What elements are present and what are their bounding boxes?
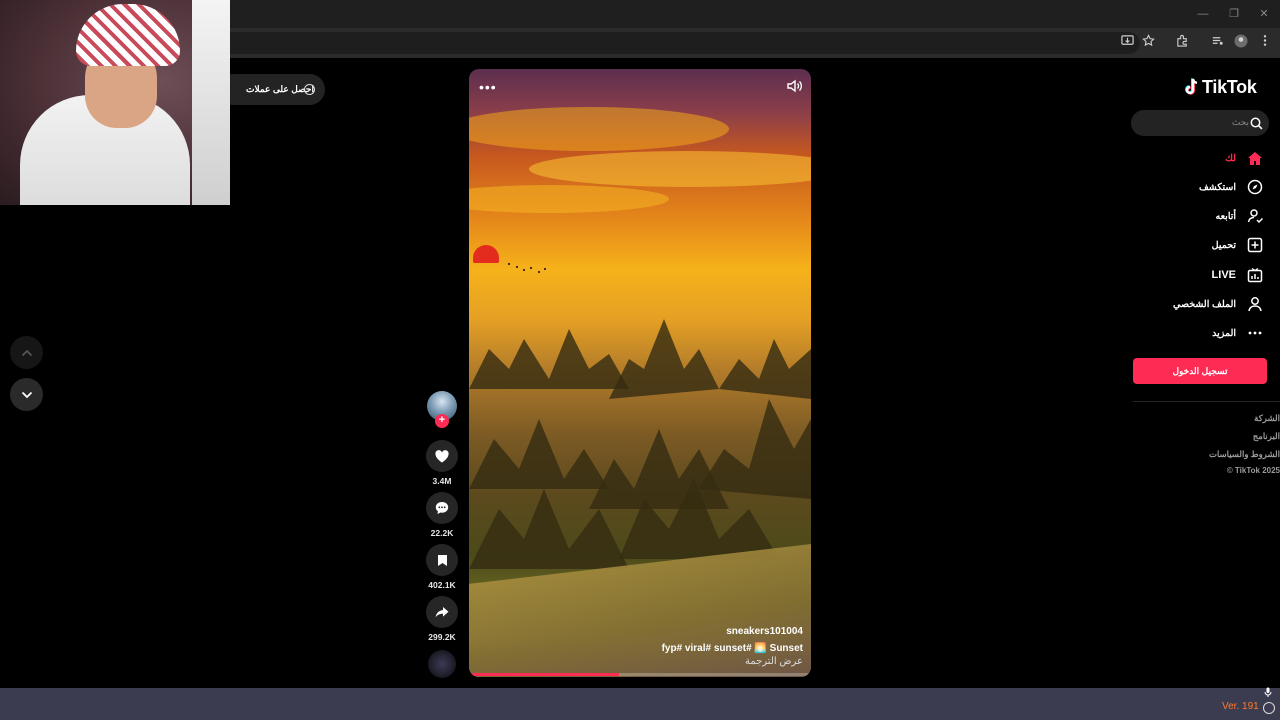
browser-menu-icon[interactable] xyxy=(1256,34,1274,52)
follow-plus-icon[interactable]: + xyxy=(435,414,449,428)
compass-icon xyxy=(1246,178,1264,196)
live-icon xyxy=(1246,266,1264,284)
sidebar-item-following[interactable]: أتابعه xyxy=(1216,206,1265,226)
bookmark-star-icon[interactable] xyxy=(1139,34,1157,52)
sidebar-item-label: LIVE xyxy=(1211,269,1236,281)
sidebar-divider xyxy=(1133,401,1280,402)
sidebar-item-foryou[interactable]: لك xyxy=(1225,148,1264,168)
video-player[interactable]: ••• sneakers101004 fyp# viral# sunset# 🌅… xyxy=(469,69,811,677)
footer-copyright: © TikTok 2025 xyxy=(1226,466,1280,475)
sidebar-item-label: المزيد xyxy=(1212,327,1236,339)
save-count: 402.1K xyxy=(428,580,456,590)
profile-avatar-icon[interactable] xyxy=(1232,34,1250,52)
following-icon xyxy=(1246,207,1264,225)
profile-icon xyxy=(1246,295,1264,313)
version-label: Ver. 191 xyxy=(1222,701,1259,712)
sidebar-item-label: لك xyxy=(1225,152,1236,164)
sidebar-item-live[interactable]: LIVE xyxy=(1212,265,1264,285)
music-disc-icon[interactable] xyxy=(428,650,456,678)
sidebar-item-more[interactable]: المزيد xyxy=(1212,323,1264,343)
video-options-icon[interactable]: ••• xyxy=(479,79,497,95)
previous-video-button[interactable] xyxy=(10,336,43,369)
see-translation-link[interactable]: عرض الترجمة xyxy=(745,656,803,667)
close-window-button[interactable]: ✕ xyxy=(1256,6,1272,22)
search-placeholder: بحث xyxy=(1231,117,1249,127)
sidebar-item-explore[interactable]: استكشف xyxy=(1199,177,1264,197)
footer-link-program[interactable]: البرنامج xyxy=(1253,431,1280,442)
tiktok-logo[interactable]: TikTok xyxy=(1184,76,1257,98)
share-count: 299.2K xyxy=(428,632,456,642)
sidebar-item-profile[interactable]: الملف الشخصي xyxy=(1173,294,1264,314)
taskbar xyxy=(0,688,1280,720)
comment-button[interactable] xyxy=(426,492,458,524)
sidebar-item-upload[interactable]: تحميل xyxy=(1212,235,1264,255)
chevron-up-icon xyxy=(21,349,32,356)
microphone-icon[interactable] xyxy=(1263,684,1273,697)
like-count: 3.4M xyxy=(432,476,452,486)
media-controls-icon[interactable] xyxy=(1208,34,1226,52)
webcam-figure-headscarf xyxy=(76,4,180,66)
sidebar-item-label: أتابعه xyxy=(1215,210,1237,222)
video-caption: fyp# viral# sunset# 🌅 Sunset xyxy=(661,643,803,654)
footer-link-company[interactable]: الشركة xyxy=(1254,413,1280,424)
webcam-overlay xyxy=(0,0,230,205)
volume-icon[interactable] xyxy=(785,77,803,95)
restore-button[interactable]: ❐ xyxy=(1226,6,1242,22)
share-icon xyxy=(435,607,449,618)
address-bar[interactable] xyxy=(180,32,1140,54)
sidebar-item-label: الملف الشخصي xyxy=(1173,298,1236,310)
home-icon xyxy=(1246,149,1264,167)
upload-icon xyxy=(1246,236,1264,254)
extensions-icon[interactable] xyxy=(1173,34,1191,52)
more-icon xyxy=(1246,324,1264,342)
video-progress-fill xyxy=(469,673,619,676)
taskbar-settings-icon[interactable] xyxy=(1263,702,1275,714)
next-video-button[interactable] xyxy=(10,378,43,411)
comment-icon xyxy=(435,502,449,514)
tiktok-wordmark: TikTok xyxy=(1202,76,1257,97)
footer-link-terms[interactable]: الشروط والسياسات xyxy=(1209,449,1280,460)
tiktok-note-icon xyxy=(1185,78,1198,95)
sidebar-item-label: تحميل xyxy=(1211,239,1236,251)
coin-icon xyxy=(304,84,315,95)
login-button[interactable]: تسجيل الدخول xyxy=(1133,358,1267,384)
comment-count: 22.2K xyxy=(430,528,454,538)
search-icon[interactable] xyxy=(1250,117,1263,130)
minimize-button[interactable]: — xyxy=(1195,6,1211,22)
save-button[interactable] xyxy=(426,544,458,576)
install-app-icon[interactable] xyxy=(1118,34,1136,52)
like-button[interactable] xyxy=(426,440,458,472)
video-author[interactable]: sneakers101004 xyxy=(726,626,803,637)
bookmark-icon xyxy=(437,554,447,566)
chevron-down-icon xyxy=(21,391,32,398)
sidebar-item-label: استكشف xyxy=(1198,181,1236,193)
heart-icon xyxy=(435,449,449,462)
webcam-figure-adult xyxy=(192,0,230,205)
share-button[interactable] xyxy=(426,596,458,628)
